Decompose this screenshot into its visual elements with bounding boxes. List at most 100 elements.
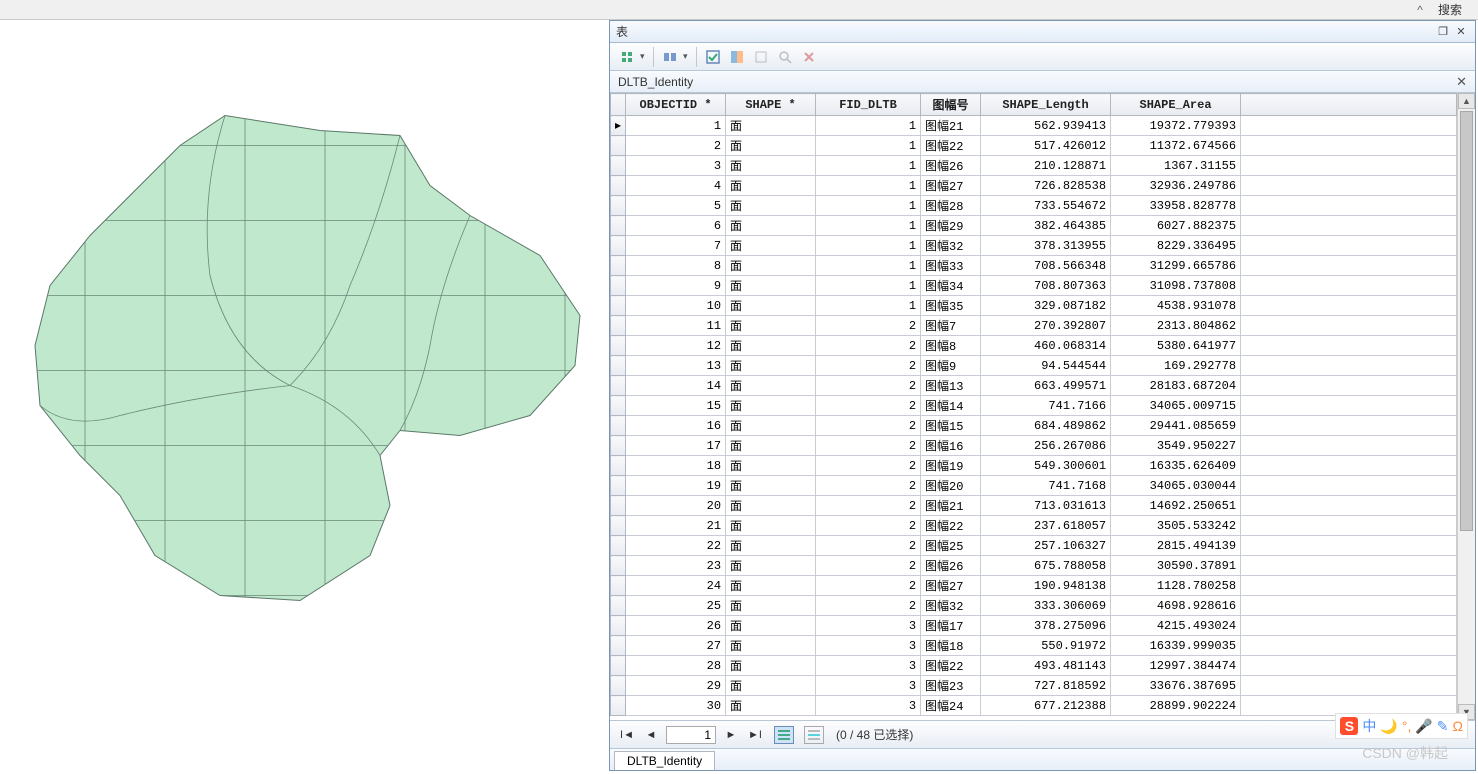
cell-tufu[interactable]: 图幅32: [921, 236, 981, 256]
cell-objectid[interactable]: 5: [626, 196, 726, 216]
cell-fid[interactable]: 2: [816, 496, 921, 516]
cell-objectid[interactable]: 29: [626, 676, 726, 696]
cell-tufu[interactable]: 图幅27: [921, 576, 981, 596]
cell-tufu[interactable]: 图幅21: [921, 116, 981, 136]
cell-length[interactable]: 329.087182: [981, 296, 1111, 316]
clear-selection-icon[interactable]: [750, 46, 772, 68]
cell-fid[interactable]: 1: [816, 216, 921, 236]
cell-shape[interactable]: 面: [726, 116, 816, 136]
cell-tufu[interactable]: 图幅18: [921, 636, 981, 656]
cell-area[interactable]: 19372.779393: [1111, 116, 1241, 136]
cell-shape[interactable]: 面: [726, 356, 816, 376]
cell-objectid[interactable]: 22: [626, 536, 726, 556]
table-row[interactable]: 20面2图幅21713.03161314692.250651: [611, 496, 1457, 516]
cell-fid[interactable]: 3: [816, 676, 921, 696]
cell-tufu[interactable]: 图幅26: [921, 156, 981, 176]
row-selector[interactable]: [611, 276, 626, 296]
cell-tufu[interactable]: 图幅16: [921, 436, 981, 456]
cell-area[interactable]: 2313.804862: [1111, 316, 1241, 336]
row-selector[interactable]: [611, 436, 626, 456]
cell-tufu[interactable]: 图幅9: [921, 356, 981, 376]
table-row[interactable]: 14面2图幅13663.49957128183.687204: [611, 376, 1457, 396]
ime-mic-icon[interactable]: 🎤: [1415, 718, 1432, 735]
cell-area[interactable]: 32936.249786: [1111, 176, 1241, 196]
cell-objectid[interactable]: 18: [626, 456, 726, 476]
dropdown-icon[interactable]: ▾: [683, 51, 691, 62]
cell-length[interactable]: 684.489862: [981, 416, 1111, 436]
cell-shape[interactable]: 面: [726, 576, 816, 596]
cell-fid[interactable]: 1: [816, 156, 921, 176]
row-selector[interactable]: [611, 696, 626, 716]
cell-area[interactable]: 14692.250651: [1111, 496, 1241, 516]
cell-fid[interactable]: 1: [816, 296, 921, 316]
cell-objectid[interactable]: 14: [626, 376, 726, 396]
table-row[interactable]: ▸1面1图幅21562.93941319372.779393: [611, 116, 1457, 136]
row-selector[interactable]: [611, 676, 626, 696]
cell-tufu[interactable]: 图幅17: [921, 616, 981, 636]
cell-objectid[interactable]: 7: [626, 236, 726, 256]
cell-area[interactable]: 34065.030044: [1111, 476, 1241, 496]
column-header-area[interactable]: SHAPE_Area: [1111, 94, 1241, 116]
cell-area[interactable]: 3505.533242: [1111, 516, 1241, 536]
cell-objectid[interactable]: 4: [626, 176, 726, 196]
delete-icon[interactable]: [798, 46, 820, 68]
cell-shape[interactable]: 面: [726, 216, 816, 236]
cell-length[interactable]: 378.313955: [981, 236, 1111, 256]
cell-area[interactable]: 34065.009715: [1111, 396, 1241, 416]
zoom-selection-icon[interactable]: [774, 46, 796, 68]
cell-shape[interactable]: 面: [726, 436, 816, 456]
cell-objectid[interactable]: 21: [626, 516, 726, 536]
cell-tufu[interactable]: 图幅25: [921, 536, 981, 556]
cell-tufu[interactable]: 图幅23: [921, 676, 981, 696]
row-selector[interactable]: [611, 256, 626, 276]
cell-tufu[interactable]: 图幅24: [921, 696, 981, 716]
column-header-tufu[interactable]: 图幅号: [921, 94, 981, 116]
cell-objectid[interactable]: 28: [626, 656, 726, 676]
cell-objectid[interactable]: 2: [626, 136, 726, 156]
cell-fid[interactable]: 1: [816, 276, 921, 296]
cell-length[interactable]: 382.464385: [981, 216, 1111, 236]
cell-tufu[interactable]: 图幅15: [921, 416, 981, 436]
table-row[interactable]: 13面2图幅994.544544169.292778: [611, 356, 1457, 376]
table-row[interactable]: 27面3图幅18550.9197216339.999035: [611, 636, 1457, 656]
row-selector[interactable]: [611, 476, 626, 496]
cell-length[interactable]: 549.300601: [981, 456, 1111, 476]
cell-objectid[interactable]: 6: [626, 216, 726, 236]
scroll-thumb[interactable]: [1460, 111, 1473, 531]
cell-area[interactable]: 31299.665786: [1111, 256, 1241, 276]
cell-length[interactable]: 190.948138: [981, 576, 1111, 596]
cell-fid[interactable]: 2: [816, 396, 921, 416]
cell-tufu[interactable]: 图幅34: [921, 276, 981, 296]
cell-area[interactable]: 2815.494139: [1111, 536, 1241, 556]
cell-area[interactable]: 6027.882375: [1111, 216, 1241, 236]
row-selector[interactable]: [611, 336, 626, 356]
cell-fid[interactable]: 1: [816, 196, 921, 216]
table-row[interactable]: 26面3图幅17378.2750964215.493024: [611, 616, 1457, 636]
cell-length[interactable]: 256.267086: [981, 436, 1111, 456]
cell-fid[interactable]: 2: [816, 596, 921, 616]
cell-shape[interactable]: 面: [726, 656, 816, 676]
cell-objectid[interactable]: 24: [626, 576, 726, 596]
table-row[interactable]: 23面2图幅26675.78805830590.37891: [611, 556, 1457, 576]
cell-shape[interactable]: 面: [726, 336, 816, 356]
cell-fid[interactable]: 3: [816, 656, 921, 676]
polygon-feature[interactable]: [35, 116, 580, 601]
cell-tufu[interactable]: 图幅22: [921, 656, 981, 676]
cell-fid[interactable]: 1: [816, 116, 921, 136]
cell-length[interactable]: 460.068314: [981, 336, 1111, 356]
table-row[interactable]: 17面2图幅16256.2670863549.950227: [611, 436, 1457, 456]
next-record-button[interactable]: ►: [722, 726, 740, 744]
show-all-button[interactable]: [774, 726, 794, 744]
cell-length[interactable]: 493.481143: [981, 656, 1111, 676]
row-selector[interactable]: ▸: [611, 116, 626, 136]
cell-length[interactable]: 378.275096: [981, 616, 1111, 636]
column-header-fid[interactable]: FID_DLTB: [816, 94, 921, 116]
prev-record-button[interactable]: ◄: [642, 726, 660, 744]
cell-area[interactable]: 29441.085659: [1111, 416, 1241, 436]
layer-tab[interactable]: DLTB_Identity: [614, 751, 715, 770]
cell-fid[interactable]: 2: [816, 536, 921, 556]
cell-length[interactable]: 733.554672: [981, 196, 1111, 216]
window-restore-icon[interactable]: ❐: [1435, 25, 1451, 39]
cell-fid[interactable]: 2: [816, 416, 921, 436]
cell-length[interactable]: 708.807363: [981, 276, 1111, 296]
